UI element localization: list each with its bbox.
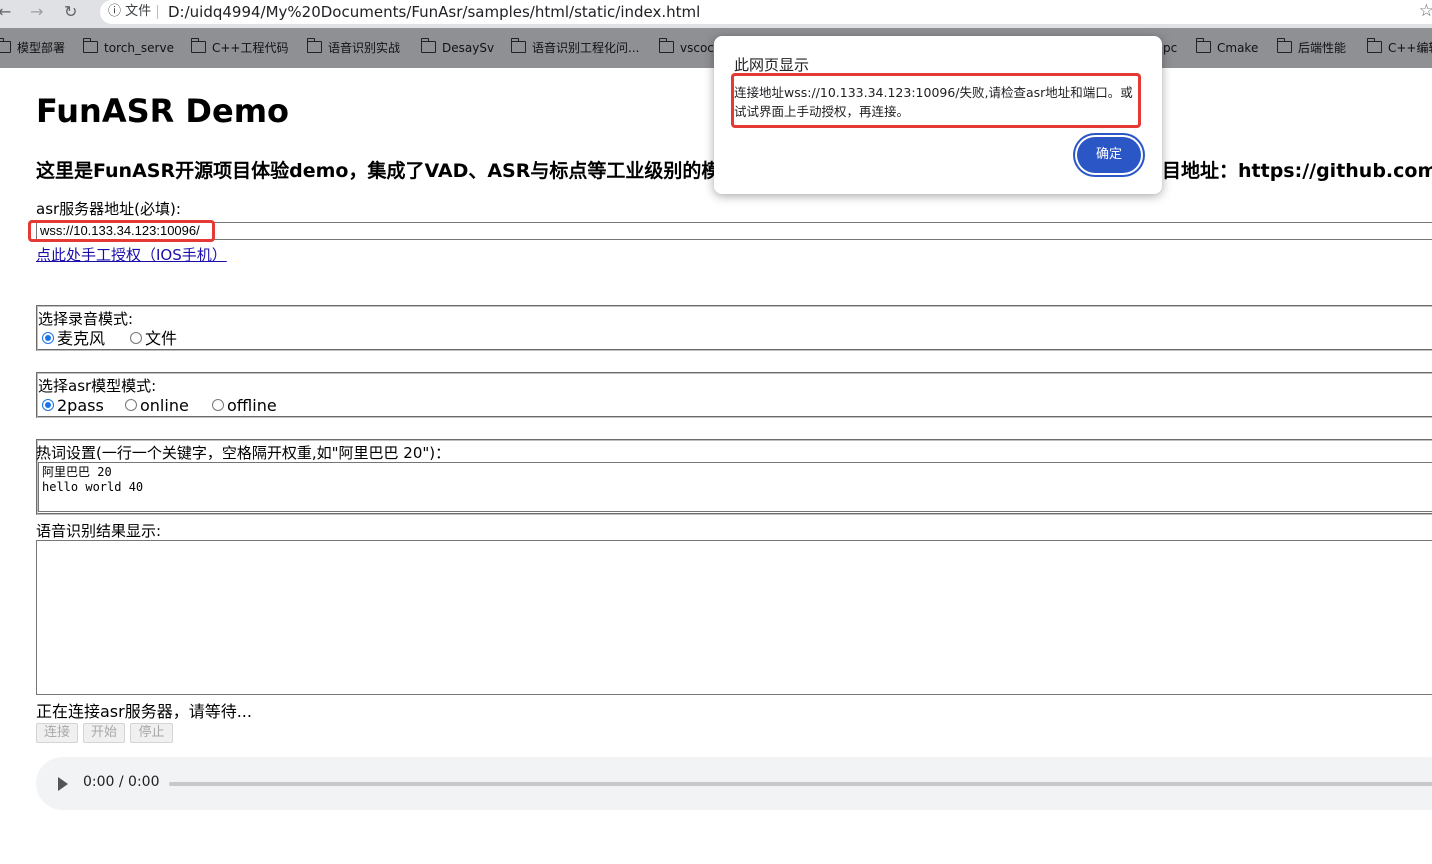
bookmark-item[interactable]: Cmake bbox=[1195, 38, 1259, 56]
bookmark-label: Cmake bbox=[1217, 41, 1259, 55]
bookmark-item[interactable]: C++编辑 bbox=[1366, 38, 1432, 56]
radio-checked-icon bbox=[42, 399, 54, 411]
site-info-chip[interactable]: ⓘ 文件 bbox=[108, 3, 151, 21]
radio-unchecked-icon bbox=[130, 332, 142, 344]
folder-icon bbox=[306, 38, 322, 53]
folder-icon bbox=[190, 38, 206, 53]
back-arrow-icon[interactable]: ← bbox=[0, 2, 11, 22]
radio-unchecked-icon bbox=[212, 399, 224, 411]
ok-button[interactable]: 确定 bbox=[1077, 137, 1141, 173]
bookmark-label: 后端性能 bbox=[1298, 41, 1347, 55]
asr-mode-label: 选择asr模型模式: bbox=[38, 377, 157, 395]
record-mode-group bbox=[36, 305, 1432, 351]
radio-online[interactable]: online bbox=[125, 396, 189, 416]
ios-manual-auth-link[interactable]: 点此处手工授权（IOS手机） bbox=[36, 244, 227, 265]
folder-icon bbox=[1366, 38, 1382, 53]
bookmark-label: 语音识别实战 bbox=[328, 41, 401, 55]
bookmark-item[interactable]: 模型部署 bbox=[0, 38, 66, 56]
bookmark-label: 模型部署 bbox=[17, 41, 66, 55]
alert-dialog: 此网页显示 连接地址wss://10.133.34.123:10096/失败,请… bbox=[714, 36, 1162, 194]
connect-button[interactable]: 连接 bbox=[36, 723, 78, 743]
radio-checked-icon bbox=[42, 332, 54, 344]
page-subtitle: 这里是FunASR开源项目体验demo，集成了VAD、ASR与标点等工业级别的模… bbox=[36, 160, 740, 182]
radio-label: 麦克风 bbox=[57, 329, 106, 348]
url-text[interactable]: D:/uidq4994/My%20Documents/FunAsr/sample… bbox=[168, 2, 700, 22]
hotword-textarea[interactable]: 阿里巴巴 20 hello world 40 bbox=[38, 462, 1432, 512]
bookmark-item[interactable]: DesaySv bbox=[420, 38, 495, 56]
page-title: FunASR Demo bbox=[36, 92, 290, 130]
audio-time: 0:00 / 0:00 bbox=[83, 774, 160, 790]
bookmark-item[interactable]: vscoc bbox=[658, 38, 714, 56]
stop-button[interactable]: 停止 bbox=[130, 723, 173, 743]
bookmark-label: pc bbox=[1163, 41, 1178, 55]
bookmark-label: DesaySv bbox=[442, 41, 495, 55]
bookmark-label: vscoc bbox=[680, 41, 714, 55]
audio-progress-track[interactable] bbox=[169, 782, 1432, 786]
bookmark-item[interactable]: torch_serve bbox=[82, 38, 174, 56]
folder-icon bbox=[0, 38, 11, 53]
chip-divider bbox=[157, 5, 158, 19]
page-subtitle-tail: 目地址：https://github.com/a bbox=[1162, 160, 1432, 182]
result-textarea[interactable] bbox=[36, 540, 1432, 695]
server-address-input[interactable] bbox=[36, 222, 1432, 240]
hotword-label: 热词设置(一行一个关键字，空格隔开权重,如"阿里巴巴 20")： bbox=[36, 444, 451, 462]
start-button[interactable]: 开始 bbox=[83, 723, 125, 743]
record-mode-label: 选择录音模式: bbox=[38, 310, 134, 328]
dialog-message-highlight bbox=[731, 73, 1141, 128]
site-info-label: 文件 bbox=[125, 4, 152, 19]
bookmark-label: torch_serve bbox=[104, 41, 174, 55]
radio-label: offline bbox=[227, 396, 277, 415]
bookmark-label: C++工程代码 bbox=[212, 41, 289, 55]
radio-unchecked-icon bbox=[125, 399, 137, 411]
folder-icon bbox=[1195, 38, 1211, 53]
folder-icon bbox=[510, 38, 526, 53]
radio-2pass[interactable]: 2pass bbox=[42, 396, 104, 416]
address-bar-row: ← → ↻ ⓘ 文件 D:/uidq4994/My%20Documents/Fu… bbox=[0, 0, 1432, 28]
folder-icon bbox=[82, 38, 98, 53]
bookmark-label: C++编辑 bbox=[1388, 41, 1432, 55]
result-label: 语音识别结果显示: bbox=[36, 522, 162, 540]
bookmark-item[interactable]: pc bbox=[1163, 40, 1177, 56]
radio-file[interactable]: 文件 bbox=[130, 329, 177, 349]
omnibox[interactable]: ⓘ 文件 D:/uidq4994/My%20Documents/FunAsr/s… bbox=[100, 0, 1432, 24]
radio-offline[interactable]: offline bbox=[212, 396, 277, 416]
dialog-title: 此网页显示 bbox=[734, 56, 810, 74]
reload-icon[interactable]: ↻ bbox=[64, 2, 77, 22]
folder-icon bbox=[420, 38, 436, 53]
folder-icon bbox=[658, 38, 674, 53]
bookmark-item[interactable]: 后端性能 bbox=[1276, 38, 1347, 56]
server-address-label: asr服务器地址(必填): bbox=[36, 200, 181, 218]
server-input-highlight bbox=[28, 220, 215, 242]
bookmark-star-icon[interactable]: ☆ bbox=[1419, 1, 1432, 21]
radio-label: online bbox=[140, 396, 189, 415]
radio-label: 文件 bbox=[145, 329, 178, 348]
connection-status: 正在连接asr服务器，请等待... bbox=[36, 702, 252, 721]
forward-arrow-icon[interactable]: → bbox=[30, 2, 43, 22]
folder-icon bbox=[1276, 38, 1292, 53]
bookmark-label: 语音识别工程化问... bbox=[532, 41, 640, 55]
audio-player: 0:00 / 0:00 bbox=[36, 757, 1432, 810]
radio-label: 2pass bbox=[57, 396, 104, 415]
bookmark-item[interactable]: 语音识别工程化问... bbox=[510, 38, 640, 56]
bookmark-item[interactable]: 语音识别实战 bbox=[306, 38, 401, 56]
play-icon[interactable] bbox=[58, 777, 68, 791]
bookmark-item[interactable]: C++工程代码 bbox=[190, 38, 289, 56]
radio-microphone[interactable]: 麦克风 bbox=[42, 329, 105, 349]
